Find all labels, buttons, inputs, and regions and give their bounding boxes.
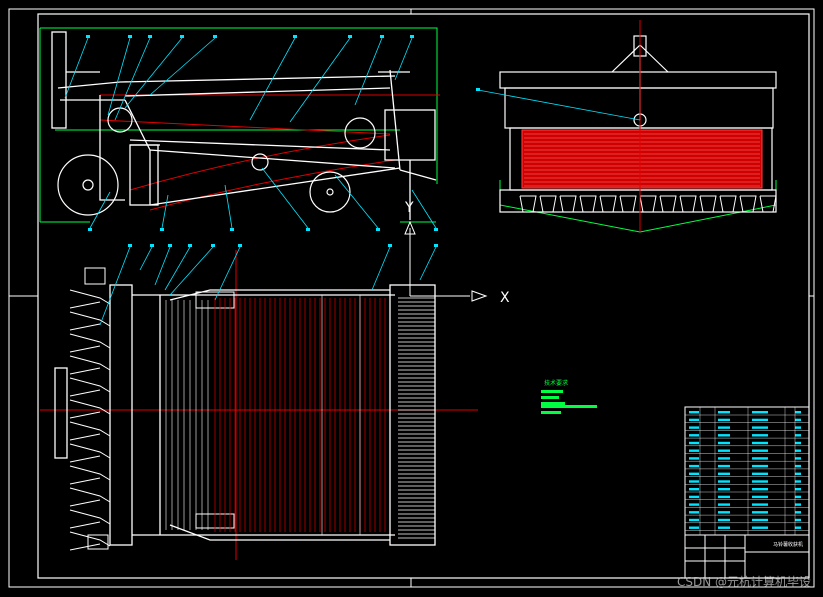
x-axis-label: X (500, 290, 510, 306)
cad-drawing-canvas: Y X 技术要求 马铃薯收获机 (0, 0, 823, 597)
title-block-name: 马铃薯收获机 (773, 541, 803, 548)
watermark: CSDN @元杭计算机毕设 (676, 575, 811, 589)
front-view-section-fill (521, 129, 763, 189)
y-axis-label: Y (404, 200, 414, 216)
tech-requirements-title: 技术要求 (544, 379, 568, 387)
